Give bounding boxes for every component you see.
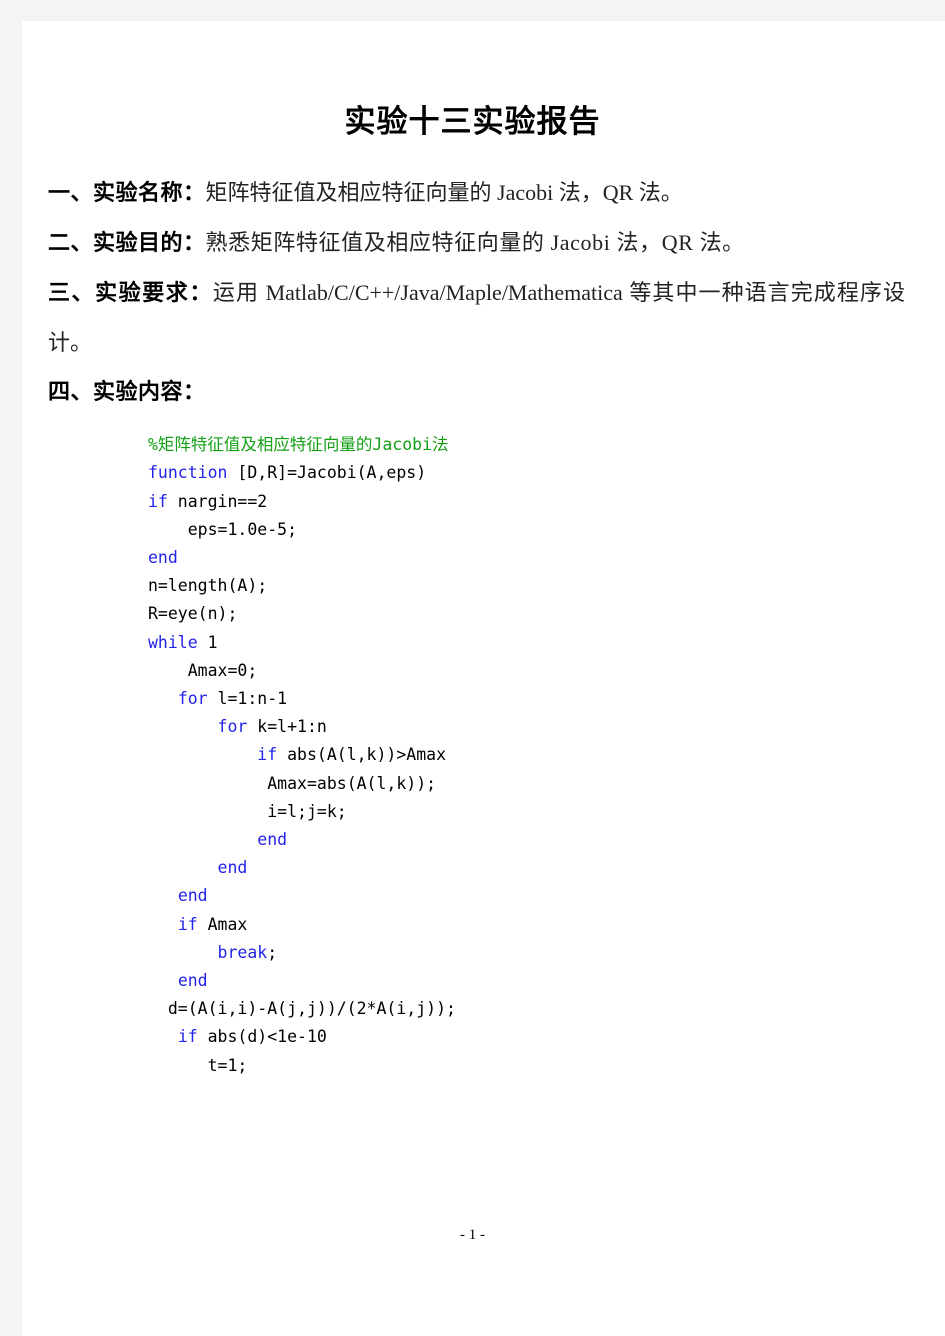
code-line: end (148, 882, 945, 910)
code-line: end (148, 544, 945, 572)
document-page: 实验十三实验报告 一、实验名称：矩阵特征值及相应特征向量的 Jacobi 法，Q… (22, 21, 945, 1336)
code-token-kw: for (217, 717, 248, 737)
code-line: t=1; (148, 1052, 945, 1080)
code-line: if Amax (148, 911, 945, 939)
code-token-kw: end (257, 830, 288, 850)
section-paragraph: 二、实验目的：熟悉矩阵特征值及相应特征向量的 Jacobi 法，QR 法。 (48, 218, 905, 268)
code-line: d=(A(i,i)-A(j,j))/(2*A(i,j)); (148, 995, 945, 1023)
code-token-txt: R=eye(n); (148, 604, 238, 624)
code-line: break; (148, 939, 945, 967)
section-text: 熟悉矩阵特征值及相应特征向量的 Jacobi 法，QR 法。 (205, 230, 745, 256)
code-token-kw: if (148, 491, 168, 511)
code-line: Amax=0; (148, 657, 945, 685)
section-label: 一、实验名称： (48, 181, 206, 207)
section-label: 三、实验要求： (48, 281, 213, 307)
code-token-kw: if (257, 745, 278, 765)
code-token-txt: Amax=abs(A(l,k)); (267, 773, 437, 793)
code-token-txt: n=length(A); (148, 576, 268, 596)
code-line: eps=1.0e-5; (148, 516, 945, 544)
code-line: end (148, 854, 945, 882)
code-token-kw: end (148, 548, 178, 567)
code-line: if abs(A(l,k))>Amax (148, 741, 945, 769)
code-listing: %矩阵特征值及相应特征向量的Jacobi法 function [D,R]=Jaco… (22, 431, 945, 1080)
code-line: n=length(A); (148, 572, 945, 600)
code-token-txt: 1 (197, 632, 218, 652)
code-line: R=eye(n); (148, 600, 945, 628)
code-line: while 1 (148, 629, 945, 657)
code-token-kw: while (148, 632, 198, 652)
section-paragraph: 一、实验名称：矩阵特征值及相应特征向量的 Jacobi 法，QR 法。 (48, 168, 905, 218)
code-token-txt: nargin==2 (167, 491, 268, 511)
code-token-kw: break (217, 942, 268, 962)
code-token-txt: l=1:n-1 (207, 689, 288, 709)
code-token-txt: i=l;j=k; (267, 801, 347, 821)
page-title: 实验十三实验报告 (344, 104, 601, 140)
code-token-txt: [D,R]=Jacobi(A,eps) (227, 463, 427, 483)
code-line: Amax=abs(A(l,k)); (148, 770, 945, 798)
code-token-kw: if (177, 914, 198, 934)
code-token-txt: Amax=0; (187, 660, 258, 680)
code-line: function [D,R]=Jacobi(A,eps) (148, 459, 945, 487)
code-line: %矩阵特征值及相应特征向量的Jacobi法 (148, 431, 945, 459)
code-token-kw: end (177, 971, 208, 991)
code-line: end (148, 967, 945, 995)
code-token-kw: end (177, 886, 208, 906)
code-line: end (148, 826, 945, 854)
section-text: 矩阵特征值及相应特征向量的 Jacobi 法，QR 法。 (205, 180, 683, 206)
code-token-txt: t=1; (207, 1055, 248, 1075)
section-label: 二、实验目的： (48, 231, 206, 257)
code-line: i=l;j=k; (148, 798, 945, 826)
code-token-kw: function (148, 463, 228, 483)
code-token-txt: Amax (197, 914, 248, 934)
code-token-cmt: %矩阵特征值及相应特征向量的Jacobi法 (148, 435, 449, 455)
code-token-txt: k=l+1:n (247, 717, 327, 737)
code-token-kw: if (177, 1027, 198, 1047)
code-token-kw: end (217, 858, 248, 878)
code-token-txt: ; (267, 942, 278, 962)
code-line: for l=1:n-1 (148, 685, 945, 713)
section-paragraph: 三、实验要求：运用 Matlab/C/C++/Java/Maple/Mathem… (48, 268, 905, 367)
page-number: - 1 - (460, 1227, 485, 1243)
code-token-txt: abs(A(l,k))>Amax (277, 745, 447, 765)
code-token-txt: abs(d)<1e-10 (197, 1027, 327, 1047)
code-token-txt: eps=1.0e-5; (187, 519, 298, 539)
code-line: for k=l+1:n (148, 713, 945, 741)
code-token-kw: for (177, 689, 208, 709)
section-label: 四、实验内容： (48, 380, 206, 406)
page-content: 实验十三实验报告 一、实验名称：矩阵特征值及相应特征向量的 Jacobi 法，Q… (22, 21, 945, 1336)
section-paragraph: 四、实验内容： (48, 367, 905, 417)
code-token-txt: d=(A(i,i)-A(j,j))/(2*A(i,j)); (167, 999, 456, 1019)
report-sections: 一、实验名称：矩阵特征值及相应特征向量的 Jacobi 法，QR 法。 二、实验… (22, 168, 945, 417)
code-line: if abs(d)<1e-10 (148, 1023, 945, 1051)
code-line: if nargin==2 (148, 488, 945, 516)
